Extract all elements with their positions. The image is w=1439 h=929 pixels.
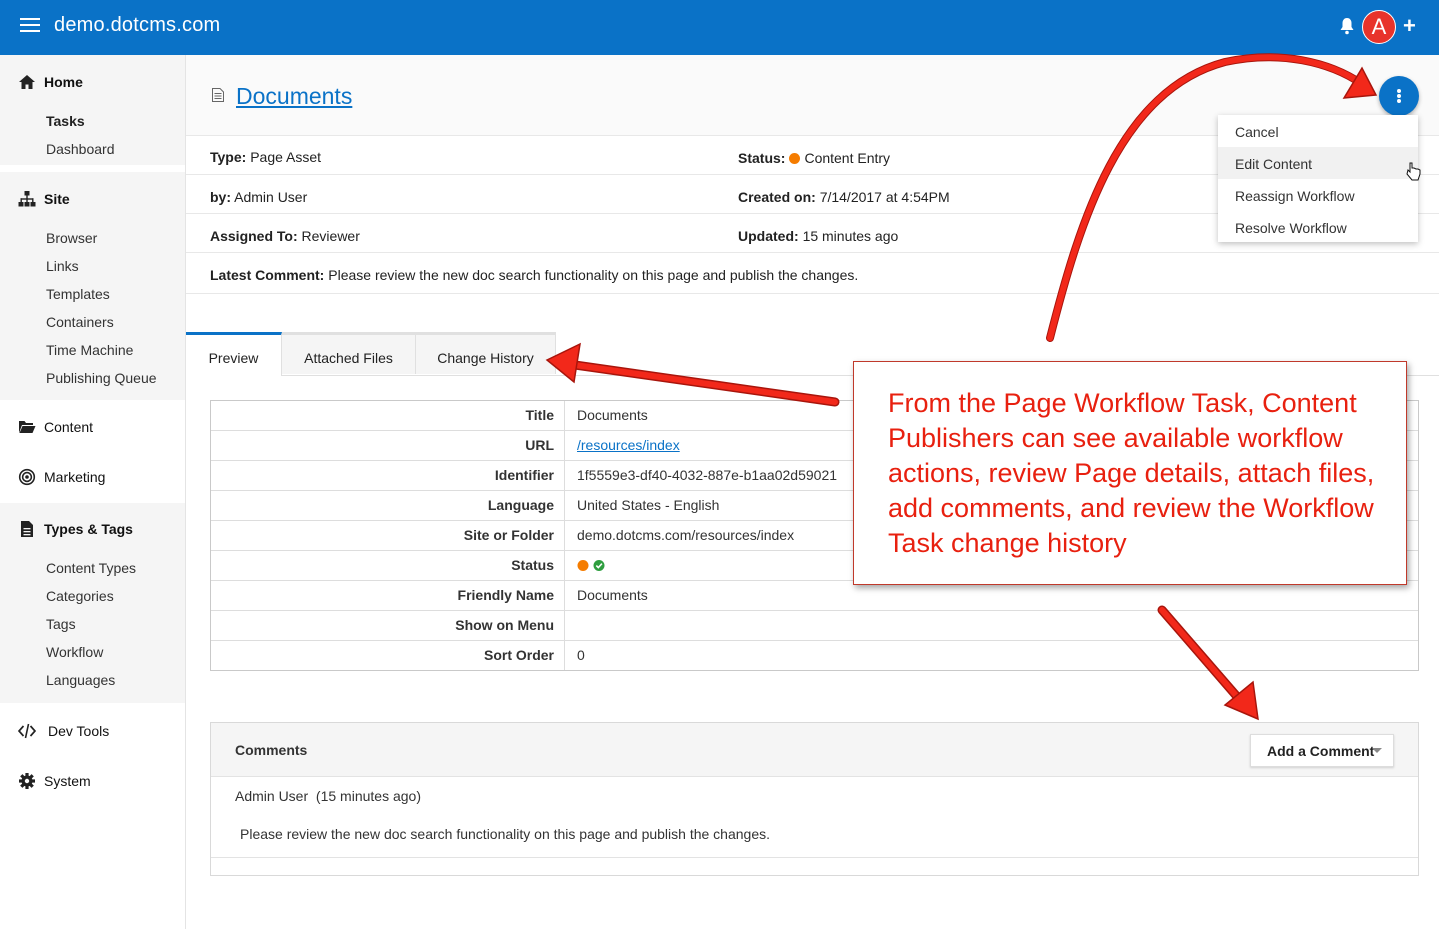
- sidebar-item-languages[interactable]: Languages: [46, 672, 115, 688]
- workflow-actions-menu: Cancel Edit Content Reassign Workflow Re…: [1218, 115, 1418, 242]
- nav-group-home: Home Tasks Dashboard: [0, 55, 185, 165]
- nav-group-site: Site Browser Links Templates Containers …: [0, 172, 185, 400]
- workflow-actions-button[interactable]: [1379, 76, 1419, 116]
- nav-group-marketing: Marketing: [0, 451, 185, 501]
- sidebar-item-publishing-queue[interactable]: Publishing Queue: [46, 370, 157, 386]
- table-row: Friendly Name Documents: [211, 581, 1418, 611]
- assigned-value: Reviewer: [301, 228, 360, 244]
- hamburger-menu-icon[interactable]: [20, 14, 40, 38]
- page-title[interactable]: Documents: [236, 83, 352, 110]
- menu-item-reassign-workflow[interactable]: Reassign Workflow: [1218, 179, 1418, 211]
- sidebar-item-tasks[interactable]: Tasks: [46, 113, 85, 129]
- sidebar-item-links[interactable]: Links: [46, 258, 79, 274]
- sidebar-item-workflow[interactable]: Workflow: [46, 644, 103, 660]
- add-comment-button[interactable]: Add a Comment: [1250, 734, 1394, 767]
- code-icon: [18, 723, 36, 739]
- latest-comment: Please review the new doc search functio…: [328, 267, 859, 283]
- sidebar-item-dashboard[interactable]: Dashboard: [46, 141, 115, 157]
- menu-item-cancel[interactable]: Cancel: [1218, 115, 1418, 147]
- status-dot: [789, 153, 801, 164]
- url-link[interactable]: /resources/index: [577, 431, 680, 460]
- top-bar: demo.dotcms.com A +: [0, 0, 1439, 55]
- nav-group-content: Content: [0, 401, 185, 451]
- folder-open-icon: [19, 421, 36, 433]
- document-icon: [212, 88, 224, 102]
- sidebar-item-containers[interactable]: Containers: [46, 314, 114, 330]
- annotation-callout: From the Page Workflow Task, Content Pub…: [853, 361, 1407, 585]
- tab-change-history[interactable]: Change History: [416, 332, 556, 374]
- menu-item-resolve-workflow[interactable]: Resolve Workflow: [1218, 211, 1418, 243]
- author-value: Admin User: [234, 189, 308, 205]
- tab-attached-files[interactable]: Attached Files: [282, 332, 416, 374]
- comments-title: Comments: [235, 742, 308, 758]
- chevron-down-icon: [1372, 748, 1382, 753]
- sitemap-icon: [18, 191, 36, 207]
- type-value: Page Asset: [250, 149, 322, 165]
- sidebar-item-browser[interactable]: Browser: [46, 230, 97, 246]
- tab-preview[interactable]: Preview: [186, 332, 282, 376]
- comments-header: Comments Add a Comment: [211, 723, 1418, 777]
- updated-value: 15 minutes ago: [802, 228, 899, 244]
- sidebar-item-tags[interactable]: Tags: [46, 616, 76, 632]
- table-row: Show on Menu: [211, 611, 1418, 641]
- menu-item-edit-content[interactable]: Edit Content: [1218, 147, 1418, 179]
- more-vertical-icon: [1397, 89, 1401, 93]
- bell-icon[interactable]: [1339, 17, 1355, 35]
- sidebar: Home Tasks Dashboard Site Browser Links …: [0, 55, 186, 929]
- status-icons: [577, 560, 605, 571]
- comment-text: Please review the new doc search functio…: [240, 826, 771, 842]
- comments-panel: Comments Add a Comment Admin User (15 mi…: [210, 722, 1419, 876]
- site-name[interactable]: demo.dotcms.com: [54, 14, 220, 37]
- nav-group-devtools: Dev Tools: [0, 705, 185, 755]
- info-row-comment: Latest Comment: Please review the new do…: [186, 252, 1439, 294]
- sidebar-item-templates[interactable]: Templates: [46, 286, 110, 302]
- sidebar-item-content-types[interactable]: Content Types: [46, 560, 136, 576]
- table-row: Sort Order 0: [211, 641, 1418, 670]
- nav-group-system: System: [0, 755, 185, 805]
- sidebar-item-time-machine[interactable]: Time Machine: [46, 342, 133, 358]
- file-icon: [21, 521, 33, 537]
- sidebar-item-categories[interactable]: Categories: [46, 588, 114, 604]
- avatar[interactable]: A: [1362, 10, 1396, 44]
- plus-icon[interactable]: +: [1403, 13, 1416, 39]
- status-value: Content Entry: [804, 150, 891, 166]
- comment-author: Admin User (15 minutes ago): [235, 788, 421, 804]
- nav-group-types: Types & Tags Content Types Categories Ta…: [0, 503, 185, 703]
- created-value: 7/14/2017 at 4:54PM: [819, 189, 950, 205]
- callout-text: From the Page Workflow Task, Content Pub…: [888, 388, 1375, 558]
- gear-icon: [19, 773, 35, 789]
- home-icon: [19, 75, 35, 89]
- target-icon: [18, 468, 36, 486]
